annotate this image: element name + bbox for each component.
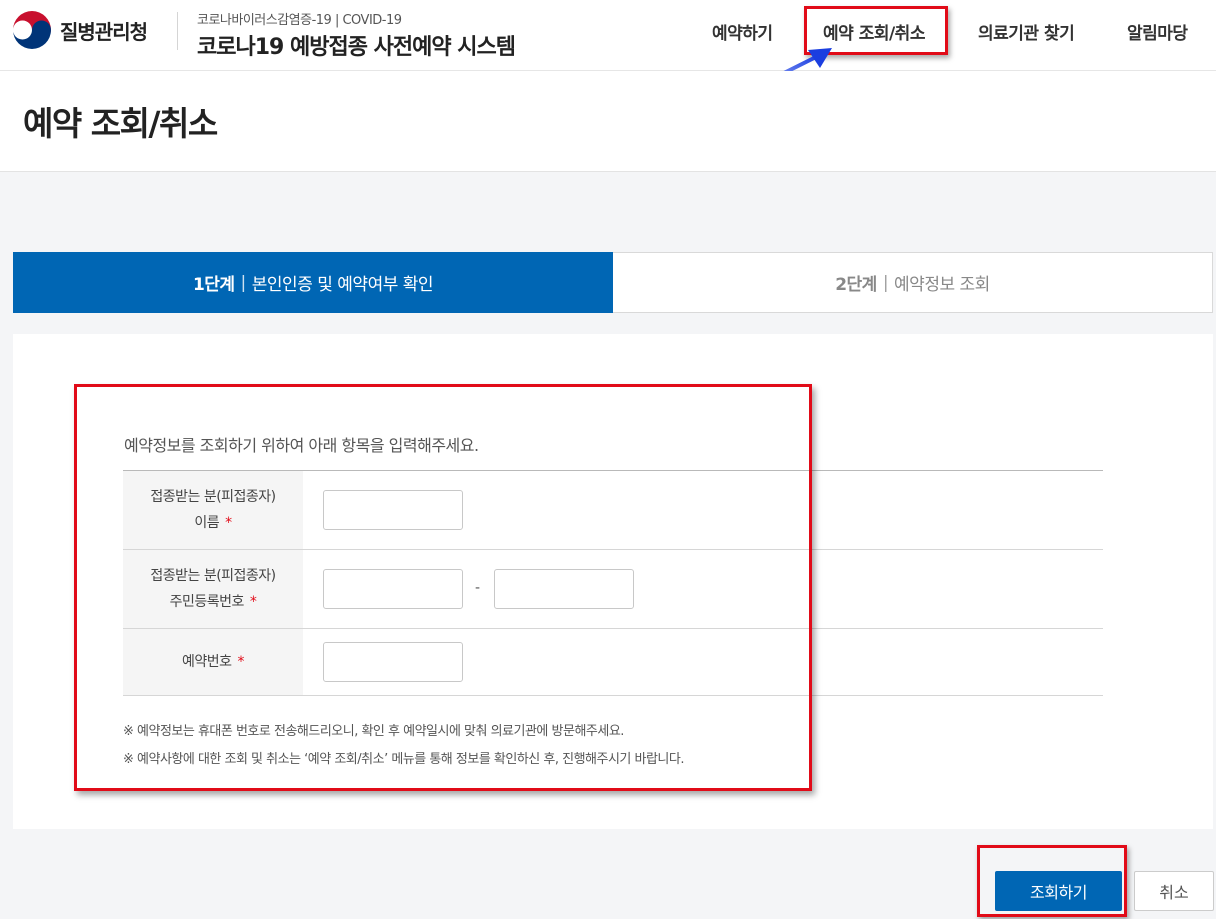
cancel-button[interactable]: 취소 — [1134, 871, 1214, 911]
step-2-tab: 2단계 | 예약정보 조회 — [613, 252, 1213, 313]
button-highlight-annotation — [977, 845, 1127, 917]
page-title-band: 예약 조회/취소 — [0, 71, 1216, 172]
step-2-number: 2단계 — [835, 275, 877, 295]
step-1-number: 1단계 — [192, 275, 235, 295]
step-1-label: 본인인증 및 예약여부 확인 — [251, 275, 434, 295]
agency-name[interactable]: 질병관리청 — [60, 16, 148, 45]
nav-find-clinic[interactable]: 의료기관 찾기 — [978, 19, 1075, 44]
system-title[interactable]: 코로나19 예방접종 사전예약 시스템 — [197, 29, 516, 61]
header-divider — [177, 12, 178, 50]
step-2-label: 예약정보 조회 — [894, 275, 990, 295]
step-1-tab: 1단계 | 본인인증 및 예약여부 확인 — [13, 252, 613, 313]
form-highlight-annotation — [74, 384, 812, 791]
system-subtitle: 코로나바이러스감염증-19 | COVID-19 — [197, 13, 402, 28]
government-emblem-icon[interactable] — [12, 10, 52, 50]
step-2-separator: | — [882, 272, 889, 293]
nav-notice-board[interactable]: 알림마당 — [1127, 19, 1188, 44]
step-1-separator: | — [240, 272, 247, 293]
site-header: 질병관리청 코로나바이러스감염증-19 | COVID-19 코로나19 예방접… — [0, 0, 1216, 71]
page-title: 예약 조회/취소 — [23, 104, 218, 143]
